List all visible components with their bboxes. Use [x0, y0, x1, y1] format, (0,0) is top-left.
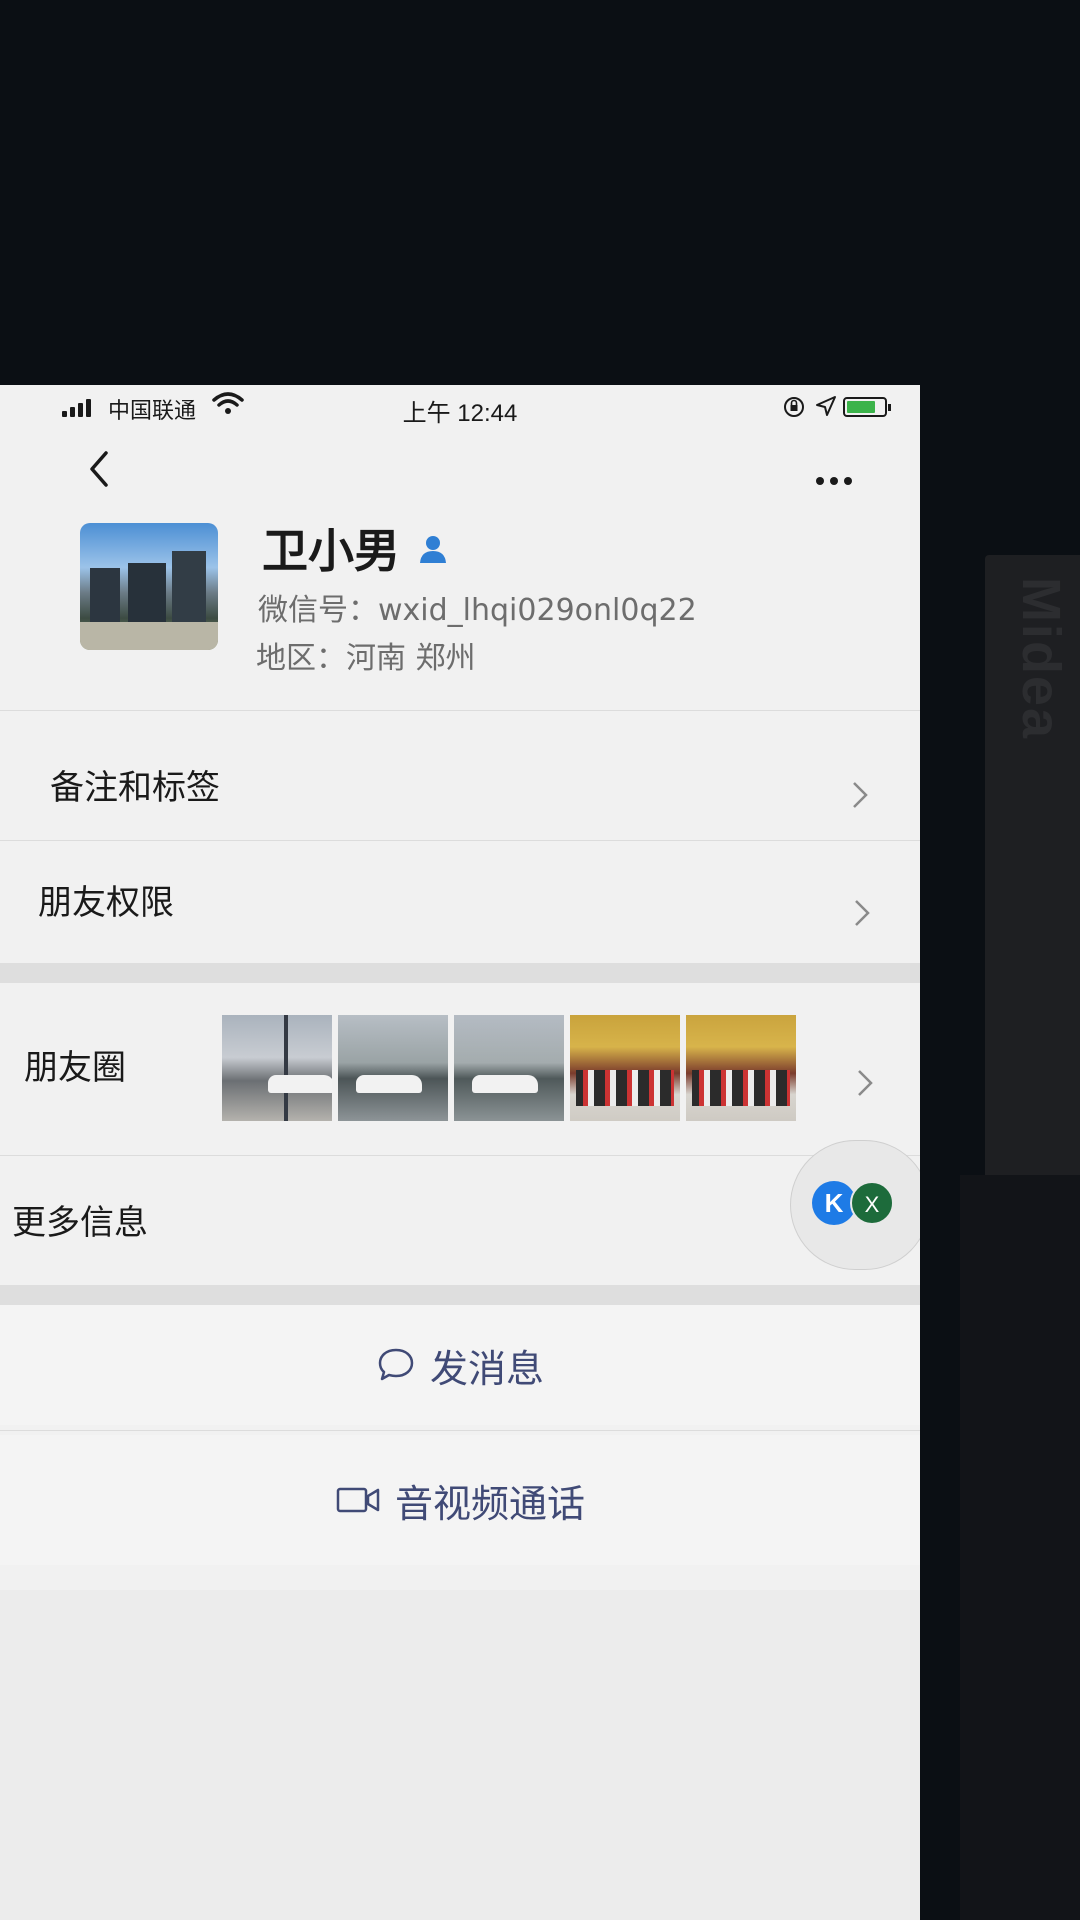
empty-area — [0, 1590, 920, 1920]
location-icon — [816, 396, 836, 416]
menu-item-moments[interactable]: 朋友圈 — [24, 1040, 126, 1089]
moments-photo — [222, 1015, 332, 1121]
section-gap — [0, 963, 920, 983]
back-button[interactable] — [82, 447, 116, 491]
menu-item-remarks-tags[interactable]: 备注和标签 — [50, 760, 220, 809]
divider — [0, 1155, 920, 1156]
region-value: 河南 郑州 — [346, 641, 476, 676]
menu-item-friend-permissions[interactable]: 朋友权限 — [38, 875, 174, 924]
chevron-right-icon — [853, 782, 868, 808]
contact-person-icon — [420, 536, 446, 563]
divider — [0, 710, 920, 711]
background-shadow — [960, 1175, 1080, 1920]
region-label: 地区： — [256, 641, 346, 676]
phone-screen: 中国联通 上午 12:44 卫小男 微信号：wxid_lhqi029onl0q2… — [0, 385, 920, 1920]
wechat-id-value: wxid_lhqi029onl0q22 — [378, 593, 697, 628]
moments-thumbnails[interactable] — [222, 1015, 796, 1121]
chat-bubble-icon — [378, 1348, 414, 1381]
background-brand-text: Midea — [1011, 576, 1071, 740]
send-message-button[interactable]: 发消息 — [0, 1305, 920, 1425]
send-message-label: 发消息 — [429, 1346, 544, 1391]
status-bar: 中国联通 上午 12:44 — [0, 385, 920, 435]
wechat-id: 微信号：wxid_lhqi029onl0q22 — [258, 585, 697, 629]
video-call-button[interactable]: 音视频通话 — [0, 1435, 920, 1565]
moments-photo — [686, 1015, 796, 1121]
moments-photo — [338, 1015, 448, 1121]
section-gap — [0, 1285, 920, 1305]
wechat-id-label: 微信号： — [258, 593, 378, 628]
region: 地区：河南 郑州 — [256, 633, 476, 677]
moments-photo — [454, 1015, 564, 1121]
contact-name: 卫小男 — [262, 524, 400, 578]
excel-app-icon[interactable]: X — [850, 1181, 894, 1225]
divider — [0, 840, 920, 841]
more-options-button[interactable] — [816, 477, 856, 489]
battery-icon — [843, 397, 891, 417]
menu-item-more-info[interactable]: 更多信息 — [12, 1195, 148, 1244]
chevron-right-icon — [855, 900, 870, 926]
orientation-lock-icon — [784, 397, 804, 417]
video-camera-icon — [336, 1487, 380, 1513]
divider — [0, 1430, 920, 1431]
chevron-right-icon — [858, 1070, 873, 1096]
moments-photo — [570, 1015, 680, 1121]
avatar[interactable] — [80, 523, 218, 650]
video-call-label: 音视频通话 — [394, 1481, 585, 1526]
